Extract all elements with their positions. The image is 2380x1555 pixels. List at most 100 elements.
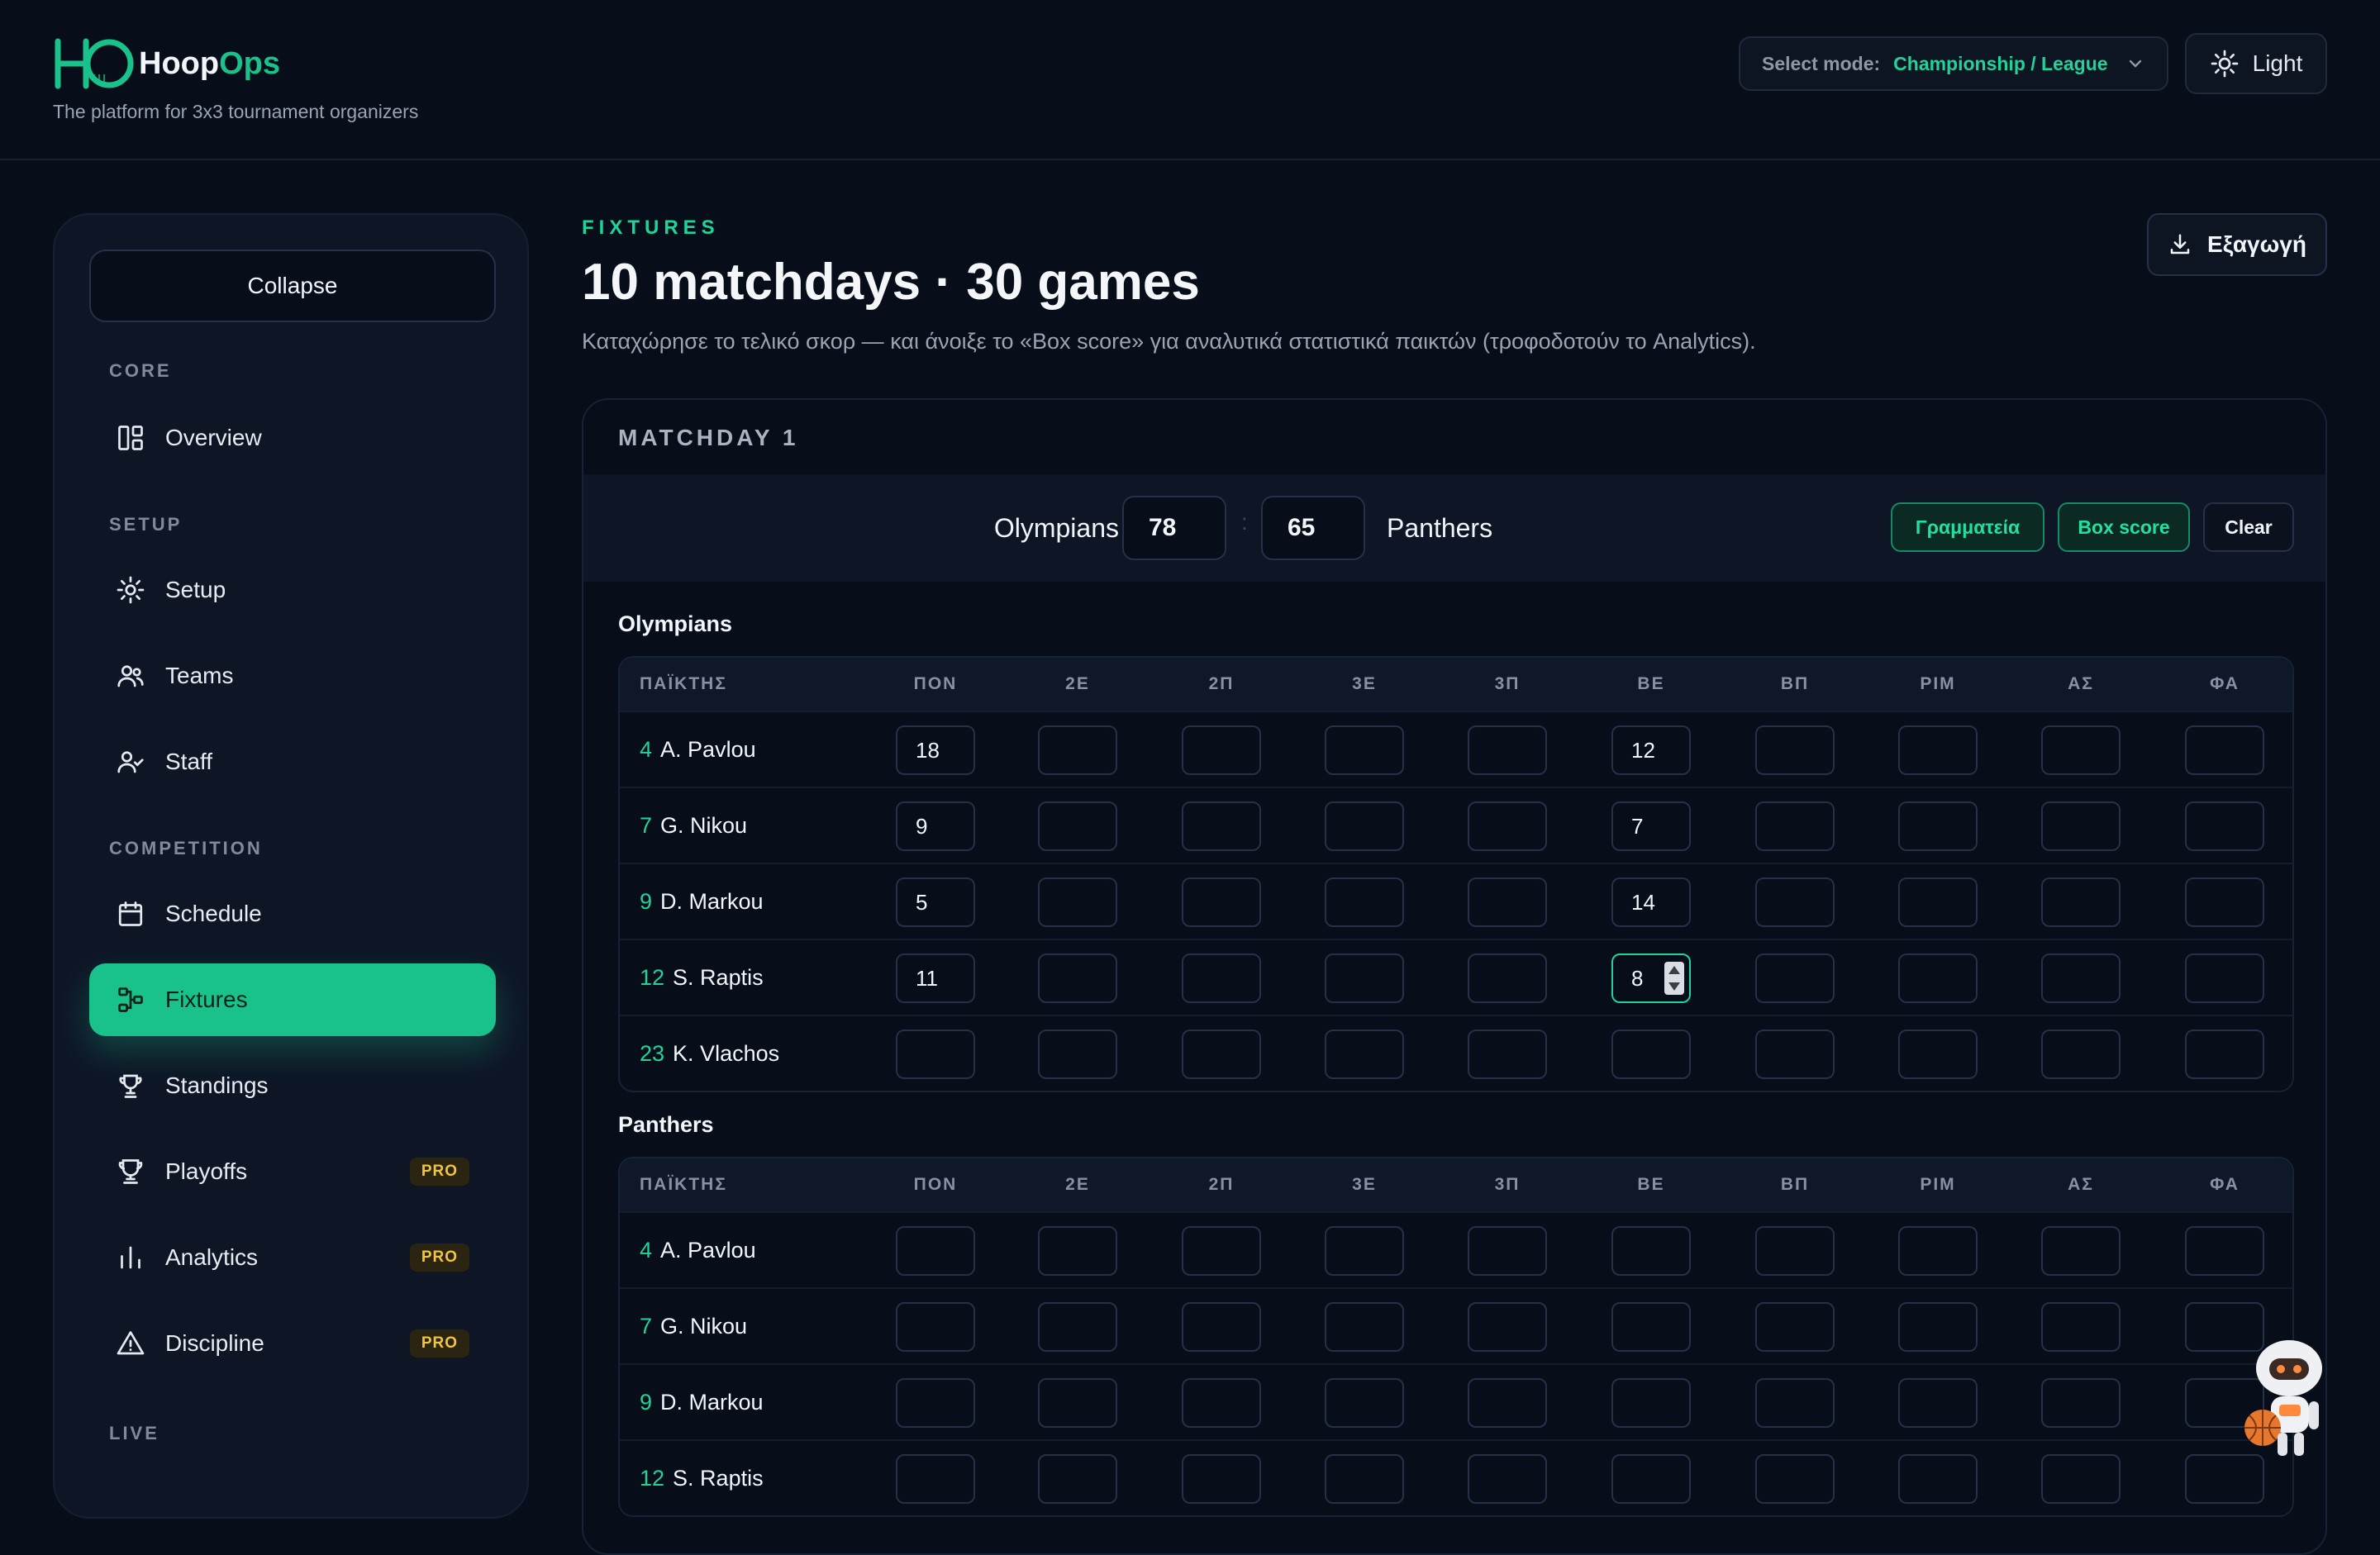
sidebar-item-staff[interactable]: Staff: [89, 725, 496, 798]
stat-input[interactable]: [1755, 801, 1835, 851]
stat-input[interactable]: [1468, 953, 1547, 1003]
stat-input[interactable]: [1468, 877, 1547, 927]
stat-input[interactable]: [1755, 1454, 1835, 1504]
away-score-input[interactable]: 65: [1261, 496, 1365, 560]
stat-input[interactable]: [2185, 877, 2264, 927]
export-button[interactable]: Εξαγωγή: [2147, 213, 2327, 276]
stat-input[interactable]: 5: [896, 877, 975, 927]
stat-input[interactable]: [1898, 725, 1978, 775]
stat-input[interactable]: [1898, 1226, 1978, 1276]
sidebar-item-overview[interactable]: Overview: [89, 402, 496, 474]
stat-input[interactable]: [896, 1378, 975, 1428]
stat-input[interactable]: [1325, 1454, 1404, 1504]
sidebar-item-teams[interactable]: Teams: [89, 640, 496, 712]
stat-input[interactable]: [2185, 1454, 2264, 1504]
stat-input[interactable]: [1611, 1226, 1691, 1276]
stat-input[interactable]: [1182, 877, 1261, 927]
stat-input[interactable]: [2041, 1378, 2121, 1428]
stat-input[interactable]: [896, 1302, 975, 1352]
stat-input[interactable]: [1325, 1378, 1404, 1428]
collapse-sidebar-button[interactable]: Collapse: [89, 250, 496, 322]
mode-select[interactable]: Select mode: Championship / League: [1739, 36, 2168, 91]
stat-input[interactable]: [1898, 801, 1978, 851]
stat-input[interactable]: [2185, 725, 2264, 775]
stat-input[interactable]: [2041, 725, 2121, 775]
stat-input[interactable]: [1755, 877, 1835, 927]
stat-input[interactable]: [1038, 1454, 1117, 1504]
stat-input[interactable]: [1325, 953, 1404, 1003]
stat-input[interactable]: 9: [896, 801, 975, 851]
stat-input[interactable]: [1755, 953, 1835, 1003]
sidebar-item-setup[interactable]: Setup: [89, 554, 496, 626]
stat-input[interactable]: [1468, 1454, 1547, 1504]
stat-input[interactable]: [1755, 725, 1835, 775]
stat-input[interactable]: [1325, 1302, 1404, 1352]
stat-input[interactable]: [1611, 1302, 1691, 1352]
stat-input[interactable]: [1898, 877, 1978, 927]
stat-input[interactable]: 14: [1611, 877, 1691, 927]
stat-input[interactable]: [1038, 1226, 1117, 1276]
stat-input[interactable]: [1182, 1302, 1261, 1352]
stat-input[interactable]: 18: [896, 725, 975, 775]
stat-input[interactable]: [2041, 801, 2121, 851]
stat-input[interactable]: [1182, 953, 1261, 1003]
stat-input[interactable]: [1038, 1030, 1117, 1079]
stat-input[interactable]: [2185, 953, 2264, 1003]
sidebar-item-analytics[interactable]: Analytics PRO: [89, 1221, 496, 1294]
box-score-button[interactable]: Box score: [2058, 502, 2190, 552]
stat-input[interactable]: [2041, 1454, 2121, 1504]
stat-input[interactable]: [1611, 1378, 1691, 1428]
stat-input[interactable]: [1182, 1454, 1261, 1504]
home-score-input[interactable]: 78: [1122, 496, 1226, 560]
stat-input[interactable]: [1038, 877, 1117, 927]
stat-input[interactable]: [1898, 1454, 1978, 1504]
stat-input[interactable]: [1755, 1378, 1835, 1428]
stat-input[interactable]: 11: [896, 953, 975, 1003]
stat-input[interactable]: [1182, 725, 1261, 775]
stat-input[interactable]: [1325, 725, 1404, 775]
stat-input[interactable]: 8: [1611, 953, 1691, 1003]
stepper-arrows-icon[interactable]: [1664, 962, 1684, 995]
stat-input[interactable]: [1325, 801, 1404, 851]
stat-input[interactable]: [1611, 1030, 1691, 1079]
stat-input[interactable]: [896, 1030, 975, 1079]
stat-input[interactable]: [1611, 1454, 1691, 1504]
sidebar-item-fixtures[interactable]: Fixtures: [89, 963, 496, 1036]
stat-input[interactable]: [1038, 953, 1117, 1003]
stat-input[interactable]: [1468, 1378, 1547, 1428]
sidebar-item-standings[interactable]: Standings: [89, 1049, 496, 1122]
stat-input[interactable]: [1325, 1030, 1404, 1079]
stat-input[interactable]: [2041, 877, 2121, 927]
stat-input[interactable]: 7: [1611, 801, 1691, 851]
stat-input[interactable]: [1898, 1030, 1978, 1079]
stat-input[interactable]: [2041, 953, 2121, 1003]
stat-input[interactable]: [1325, 877, 1404, 927]
stat-input[interactable]: [1468, 1030, 1547, 1079]
secretariat-button[interactable]: Γραμματεία: [1891, 502, 2044, 552]
stat-input[interactable]: [1038, 1378, 1117, 1428]
stat-input[interactable]: [1755, 1030, 1835, 1079]
stat-input[interactable]: [2041, 1226, 2121, 1276]
stat-input[interactable]: [1898, 953, 1978, 1003]
stat-input[interactable]: [1182, 801, 1261, 851]
assistant-robot-icon[interactable]: [2241, 1335, 2327, 1459]
stat-input[interactable]: [1182, 1030, 1261, 1079]
stat-input[interactable]: [1038, 801, 1117, 851]
stat-input[interactable]: [2185, 801, 2264, 851]
clear-button[interactable]: Clear: [2203, 502, 2294, 552]
stat-input[interactable]: [2041, 1302, 2121, 1352]
brand-logo[interactable]: HoopOps: [53, 36, 280, 91]
stat-input[interactable]: [1755, 1302, 1835, 1352]
stat-input[interactable]: [2185, 1030, 2264, 1079]
stat-input[interactable]: [1038, 1302, 1117, 1352]
stat-input[interactable]: [1755, 1226, 1835, 1276]
stat-input[interactable]: [2185, 1226, 2264, 1276]
stat-input[interactable]: [1468, 1226, 1547, 1276]
stat-input[interactable]: [1038, 725, 1117, 775]
stat-input[interactable]: [1468, 1302, 1547, 1352]
stat-input[interactable]: [2041, 1030, 2121, 1079]
sidebar-item-playoffs[interactable]: Playoffs PRO: [89, 1135, 496, 1208]
theme-toggle-button[interactable]: Light: [2185, 33, 2327, 94]
stat-input[interactable]: [1468, 801, 1547, 851]
stat-input[interactable]: [1182, 1378, 1261, 1428]
